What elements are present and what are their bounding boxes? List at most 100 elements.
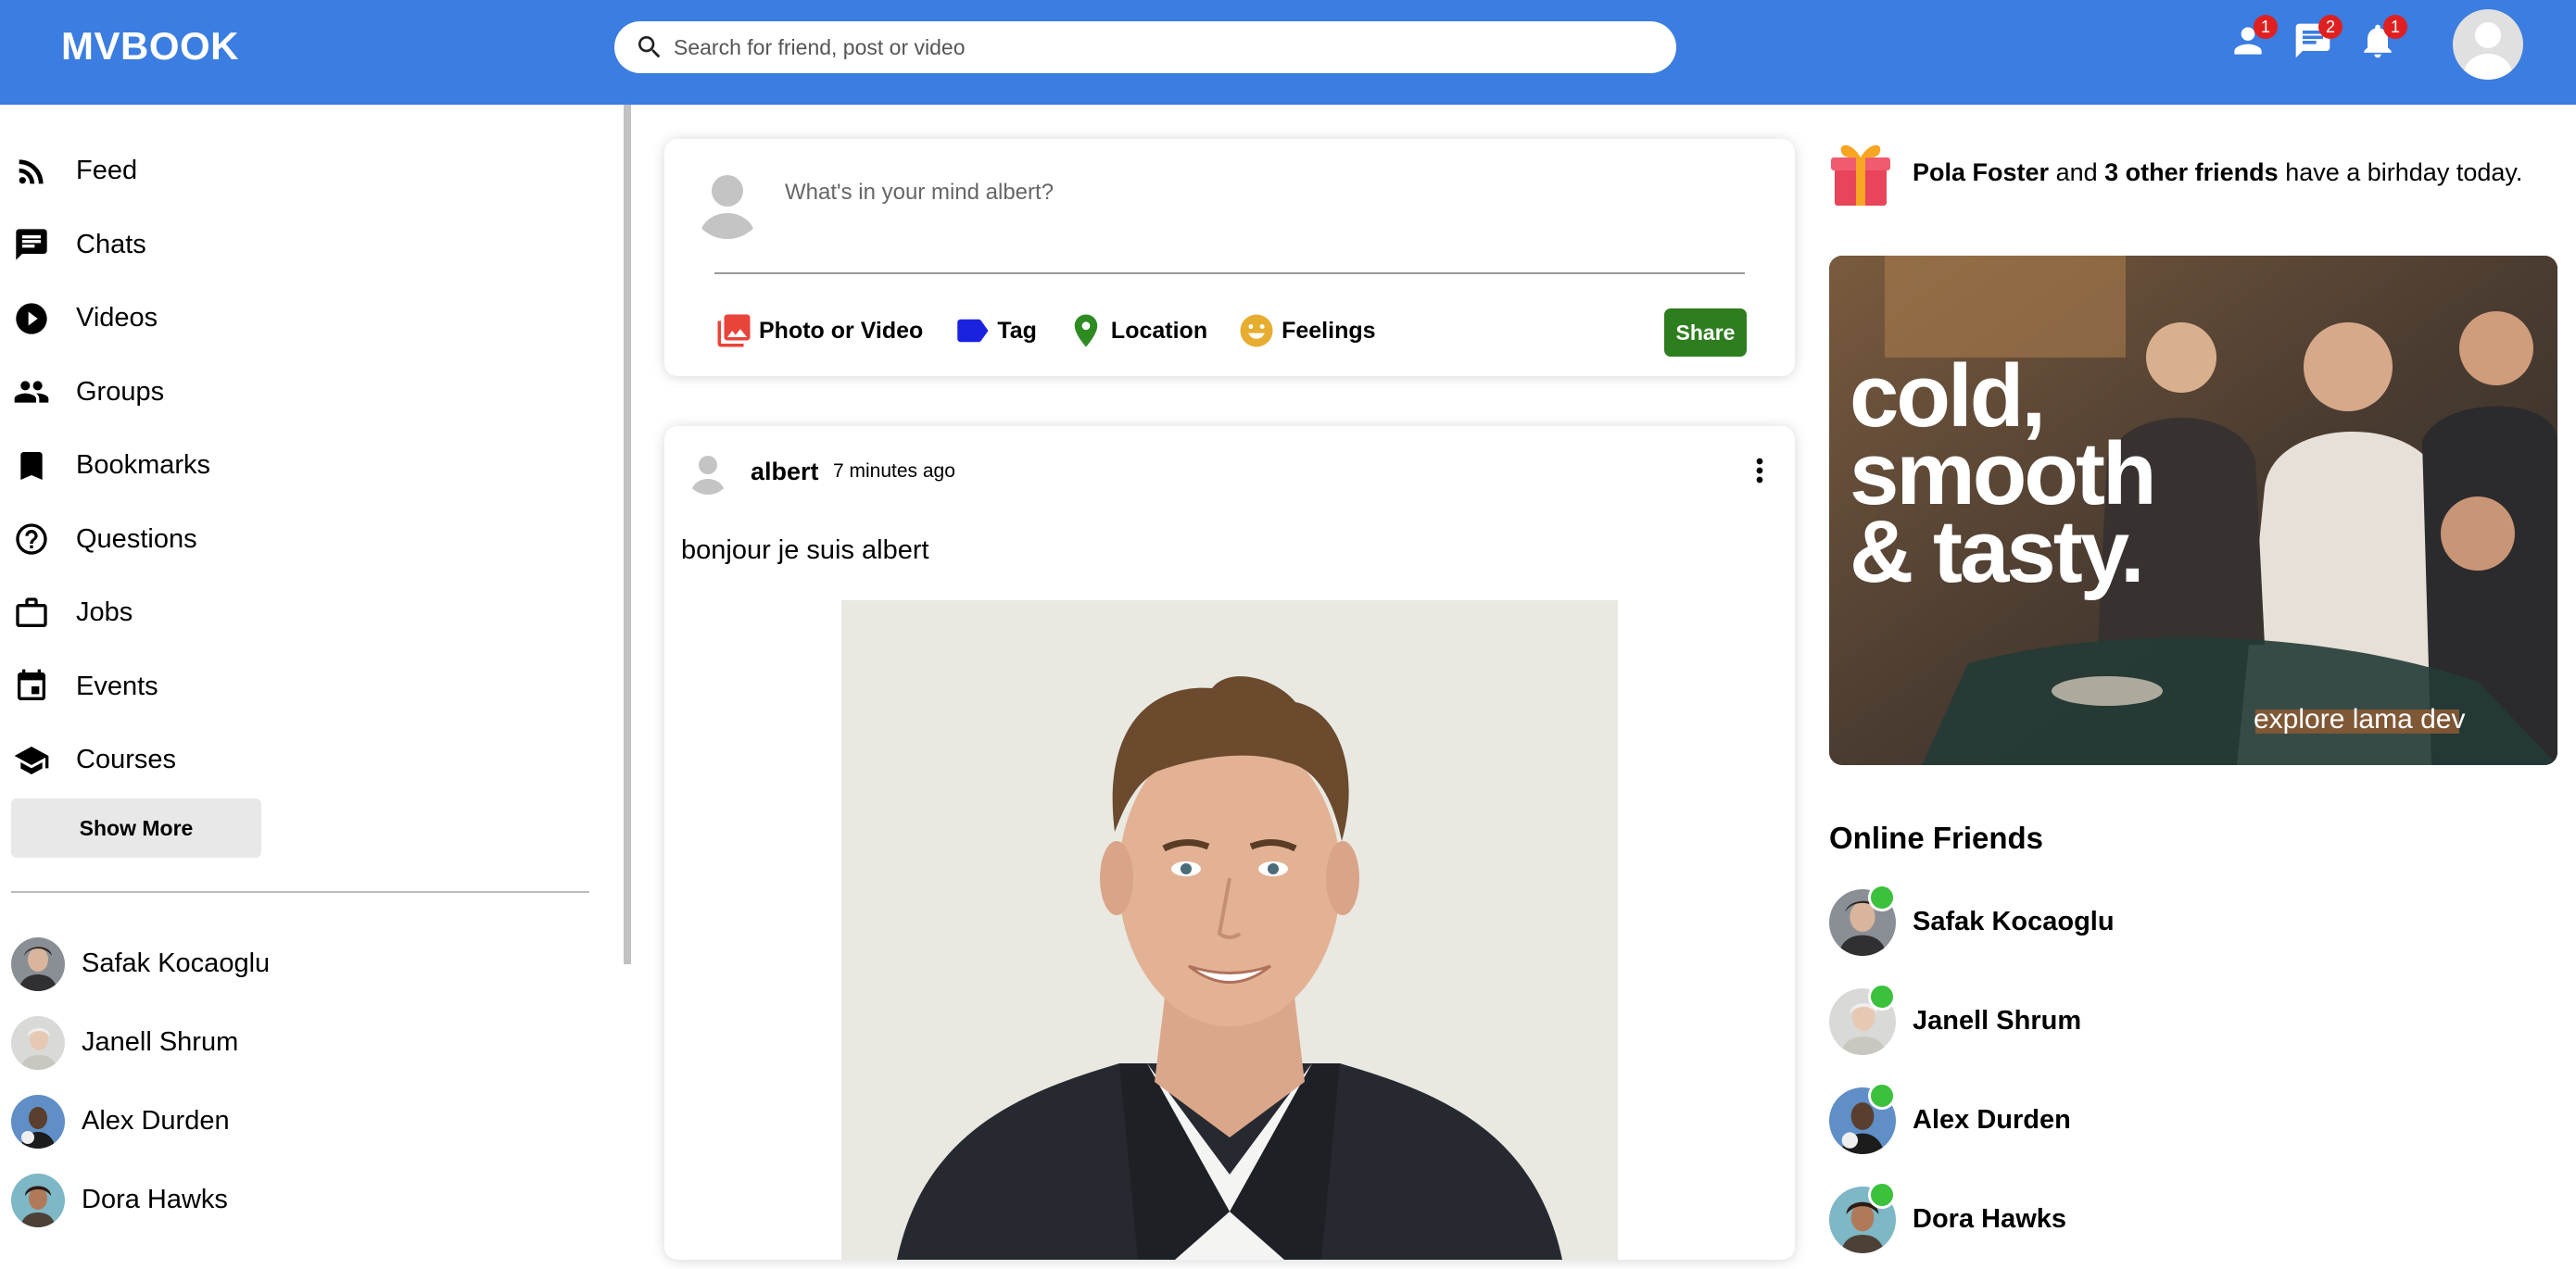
online-friends-title: Online Friends	[1829, 821, 2044, 855]
sidebar-item-bookmarks[interactable]: Bookmarks	[13, 429, 210, 503]
notifications-badge: 1	[2383, 15, 2407, 39]
online-indicator	[1868, 883, 1896, 911]
sidebar-friend-item[interactable]: Alex Durden	[11, 1082, 270, 1161]
sidebar-item-chats[interactable]: Chats	[13, 208, 210, 283]
share-options: Photo or Video Tag Location Feelings	[714, 311, 1406, 350]
option-label: Tag	[997, 317, 1037, 344]
sidebar-nav: Feed Chats Videos Groups Bookmarks Quest…	[13, 134, 210, 798]
search-input[interactable]	[674, 34, 1600, 60]
logo[interactable]: MVBOOK	[61, 24, 239, 69]
sidebar-item-courses[interactable]: Courses	[13, 723, 210, 798]
messages-button[interactable]: 2	[2292, 15, 2342, 65]
sidebar-item-label: Videos	[76, 303, 158, 333]
notifications-button[interactable]: 1	[2357, 15, 2407, 65]
avatar	[11, 1015, 65, 1070]
sidebar-item-groups[interactable]: Groups	[13, 356, 210, 430]
online-friend-item[interactable]: Janell Shrum	[1829, 972, 2115, 1071]
online-indicator	[1868, 1180, 1896, 1209]
online-indicator	[1868, 1081, 1896, 1110]
sidebar-item-label: Groups	[76, 376, 165, 407]
avatar	[1829, 1081, 1896, 1154]
search-bar[interactable]	[614, 21, 1676, 73]
birthday-text: Pola Foster and 3 other friends have a b…	[1913, 158, 2522, 187]
friend-requests-button[interactable]: 1	[2228, 15, 2278, 65]
advertisement-banner[interactable]: cold, smooth & tasty. explore lama dev	[1829, 256, 2557, 765]
friend-name: Dora Hawks	[1913, 1204, 2067, 1234]
help-circle-icon	[16, 523, 47, 555]
sidebar-item-feed[interactable]: Feed	[13, 134, 210, 208]
sidebar-item-label: Chats	[76, 229, 146, 259]
sidebar-item-label: Jobs	[76, 597, 133, 628]
smiley-icon	[1240, 314, 1273, 347]
photo-video-option[interactable]: Photo or Video	[714, 311, 923, 350]
sidebar-item-questions[interactable]: Questions	[13, 503, 210, 577]
post-menu-button[interactable]	[1741, 452, 1778, 489]
sidebar-friend-item[interactable]: Janell Shrum	[11, 1003, 270, 1082]
group-icon	[14, 381, 49, 403]
online-indicator	[1868, 982, 1896, 1011]
photo-library-icon	[717, 314, 751, 347]
online-friend-item[interactable]: Alex Durden	[1829, 1071, 2115, 1170]
avatar[interactable]	[685, 448, 731, 495]
feelings-option[interactable]: Feelings	[1237, 311, 1376, 350]
show-more-button[interactable]: Show More	[11, 798, 261, 858]
avatar	[690, 165, 764, 239]
location-pin-icon	[1074, 314, 1098, 347]
sidebar-item-videos[interactable]: Videos	[13, 282, 210, 356]
online-friend-item[interactable]: Dora Hawks	[1829, 1170, 2115, 1269]
birthday-notice: Pola Foster and 3 other friends have a b…	[1829, 137, 2522, 207]
share-card: Photo or Video Tag Location Feelings Sha…	[664, 139, 1795, 376]
chat-icon	[16, 229, 47, 260]
profile-avatar[interactable]	[2453, 9, 2523, 80]
share-divider	[714, 272, 1745, 274]
tag-option[interactable]: Tag	[953, 311, 1037, 350]
online-friends-list: Safak Kocaoglu Janell Shrum Alex Durden …	[1829, 873, 2115, 1269]
sidebar-item-label: Questions	[76, 523, 197, 554]
sidebar-friend-list: Safak Kocaoglu Janell Shrum Alex Durden …	[11, 924, 270, 1239]
rss-icon	[19, 159, 44, 184]
sidebar-divider	[11, 891, 589, 893]
sidebar-item-jobs[interactable]: Jobs	[13, 576, 210, 650]
search-icon	[638, 36, 661, 58]
sidebar-friend-item[interactable]: Dora Hawks	[11, 1161, 270, 1239]
more-vert-icon	[1756, 458, 1763, 484]
sidebar-item-label: Bookmarks	[76, 450, 211, 481]
briefcase-icon	[16, 597, 47, 627]
avatar	[11, 936, 65, 991]
sidebar-item-events[interactable]: Events	[13, 650, 210, 724]
birthday-suffix: have a birhday today.	[2285, 157, 2523, 186]
sidebar-item-label: Events	[76, 671, 158, 701]
friend-name: Janell Shrum	[82, 1027, 239, 1057]
friend-name: Janell Shrum	[1913, 1006, 2082, 1036]
birthday-name[interactable]: Pola Foster	[1913, 158, 2049, 186]
ad-line: & tasty.	[1850, 502, 2145, 601]
calendar-icon	[18, 669, 45, 701]
post-username[interactable]: albert	[751, 458, 819, 486]
avatar	[11, 1173, 65, 1227]
post-text: bonjour je suis albert	[681, 535, 929, 565]
sidebar-item-label: Courses	[76, 745, 176, 775]
messages-badge: 2	[2318, 15, 2342, 39]
sidebar-item-label: Feed	[76, 156, 138, 186]
online-friend-item[interactable]: Safak Kocaoglu	[1829, 873, 2115, 972]
birthday-others[interactable]: 3 other friends	[2104, 158, 2279, 186]
user-silhouette-icon	[2464, 22, 2512, 80]
friend-name: Safak Kocaoglu	[82, 949, 271, 978]
location-option[interactable]: Location	[1067, 311, 1207, 350]
avatar	[1829, 883, 1896, 956]
bookmark-icon	[20, 451, 43, 480]
share-input[interactable]	[785, 180, 1526, 206]
label-icon	[957, 319, 989, 343]
friend-name: Alex Durden	[1913, 1105, 2071, 1135]
share-button[interactable]: Share	[1664, 308, 1747, 357]
option-label: Feelings	[1282, 317, 1376, 344]
sidebar-friend-item[interactable]: Safak Kocaoglu	[11, 924, 270, 1003]
sidebar-scrollbar[interactable]	[624, 105, 631, 964]
left-sidebar: Feed Chats Videos Groups Bookmarks Quest…	[0, 105, 626, 1245]
school-icon	[14, 746, 49, 774]
option-label: Photo or Video	[759, 317, 924, 344]
gift-icon	[1831, 144, 1890, 206]
friend-requests-badge: 1	[2254, 15, 2278, 39]
post-timestamp: 7 minutes ago	[833, 460, 955, 482]
post-photo[interactable]	[841, 600, 1618, 1260]
